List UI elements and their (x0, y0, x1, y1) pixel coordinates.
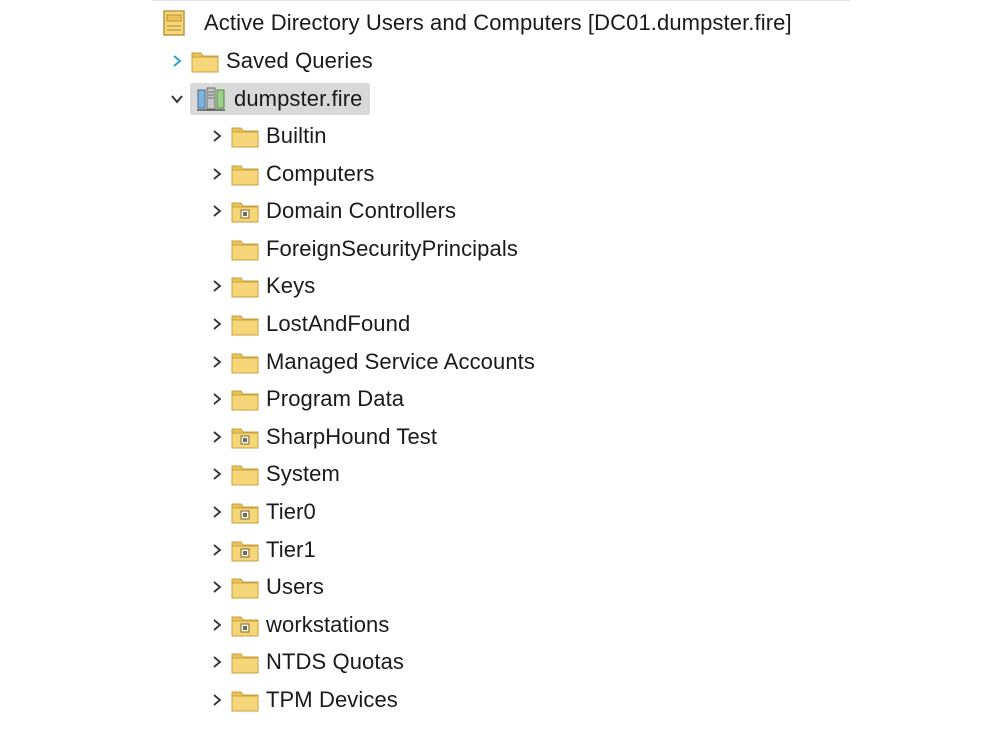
tree-node-tier0[interactable]: Tier0 (204, 494, 322, 530)
chevron-right-icon[interactable] (204, 569, 230, 605)
tree-node-domain[interactable]: dumpster.fire (164, 81, 371, 117)
chevron-placeholder (204, 231, 230, 267)
tree-node-label: TPM Devices (266, 687, 398, 712)
tree-node-label: LostAndFound (266, 311, 411, 336)
tree-node-foreignsecurityprincipals[interactable]: ForeignSecurityPrincipals (204, 231, 524, 267)
domain-icon (196, 81, 232, 117)
chevron-right-icon[interactable] (204, 193, 230, 229)
ou-icon (230, 193, 264, 229)
folder-icon (230, 118, 264, 154)
folder-icon (230, 344, 264, 380)
tree-node-label: NTDS Quotas (266, 649, 405, 675)
tree-root-label: Active Directory Users and Computers [DC… (204, 10, 792, 35)
chevron-right-icon[interactable] (204, 532, 230, 568)
tree-node-ntds-quotas[interactable]: NTDS Quotas (204, 644, 410, 680)
chevron-right-icon[interactable] (204, 268, 230, 304)
tree-node-label: Domain Controllers (266, 198, 457, 224)
chevron-right-icon[interactable] (204, 456, 230, 492)
tree-node-workstations[interactable]: workstations (204, 607, 395, 643)
tree-root-node[interactable]: Active Directory Users and Computers [DC… (162, 5, 798, 41)
tree-node-label: Tier0 (266, 499, 316, 524)
folder-icon (230, 682, 264, 718)
folder-icon (230, 156, 264, 192)
folder-icon (230, 644, 264, 680)
chevron-right-icon[interactable] (204, 494, 230, 530)
ou-icon (230, 419, 264, 455)
tree-node-domain-controllers[interactable]: Domain Controllers (204, 193, 462, 229)
tree-node-label: Managed Service Accounts (266, 348, 535, 374)
tree-node-tier1[interactable]: Tier1 (204, 532, 322, 568)
chevron-right-icon[interactable] (164, 43, 190, 79)
tree-node-users[interactable]: Users (204, 569, 330, 605)
tree-node-label: Tier1 (266, 536, 316, 562)
tree-node-builtin[interactable]: Builtin (204, 118, 333, 154)
chevron-right-icon[interactable] (204, 682, 230, 718)
tree-node-managed-service-accounts[interactable]: Managed Service Accounts (204, 344, 541, 380)
tree-node-label: dumpster.fire (234, 86, 363, 111)
tree-node-label: Saved Queries (226, 48, 373, 73)
tree-node-tpm-devices[interactable]: TPM Devices (204, 682, 404, 718)
folder-icon (230, 569, 264, 605)
tree-node-label: Computers (266, 160, 375, 186)
folder-icon (230, 381, 264, 417)
tree-node-label: Program Data (266, 386, 405, 412)
chevron-right-icon[interactable] (204, 607, 230, 643)
tree-node-system[interactable]: System (204, 456, 346, 492)
folder-icon (230, 231, 264, 267)
tree-node-label: workstations (266, 611, 390, 637)
folder-icon (230, 306, 264, 342)
snapin-root-icon (162, 5, 202, 41)
folder-icon (230, 268, 264, 304)
tree-node-label: Builtin (266, 123, 327, 148)
tree-node-keys[interactable]: Keys (204, 268, 321, 304)
chevron-right-icon[interactable] (204, 419, 230, 455)
tree-node-program-data[interactable]: Program Data (204, 381, 410, 417)
ou-icon (230, 607, 264, 643)
ou-icon (230, 494, 264, 530)
chevron-right-icon[interactable] (204, 156, 230, 192)
folder-icon (190, 43, 224, 79)
tree-node-sharphound-test[interactable]: SharpHound Test (204, 419, 443, 455)
chevron-right-icon[interactable] (204, 118, 230, 154)
chevron-right-icon[interactable] (204, 344, 230, 380)
chevron-down-icon[interactable] (164, 81, 190, 117)
tree-node-label: System (266, 461, 340, 487)
chevron-right-icon[interactable] (204, 644, 230, 680)
tree-node-label: Keys (266, 273, 316, 299)
ou-icon (230, 532, 264, 568)
tree-node-lostandfound[interactable]: LostAndFound (204, 306, 416, 342)
folder-icon (230, 456, 264, 492)
tree-node-saved-queries[interactable]: Saved Queries (164, 43, 379, 79)
console-tree: Active Directory Users and Computers [DC… (152, 0, 850, 732)
chevron-right-icon[interactable] (204, 306, 230, 342)
tree-node-label: ForeignSecurityPrincipals (266, 235, 518, 261)
tree-node-label: Users (266, 574, 324, 600)
tree-node-computers[interactable]: Computers (204, 156, 381, 192)
chevron-right-icon[interactable] (204, 381, 230, 417)
tree-node-label: SharpHound Test (266, 423, 438, 449)
selected-domain-item[interactable]: dumpster.fire (190, 81, 371, 117)
